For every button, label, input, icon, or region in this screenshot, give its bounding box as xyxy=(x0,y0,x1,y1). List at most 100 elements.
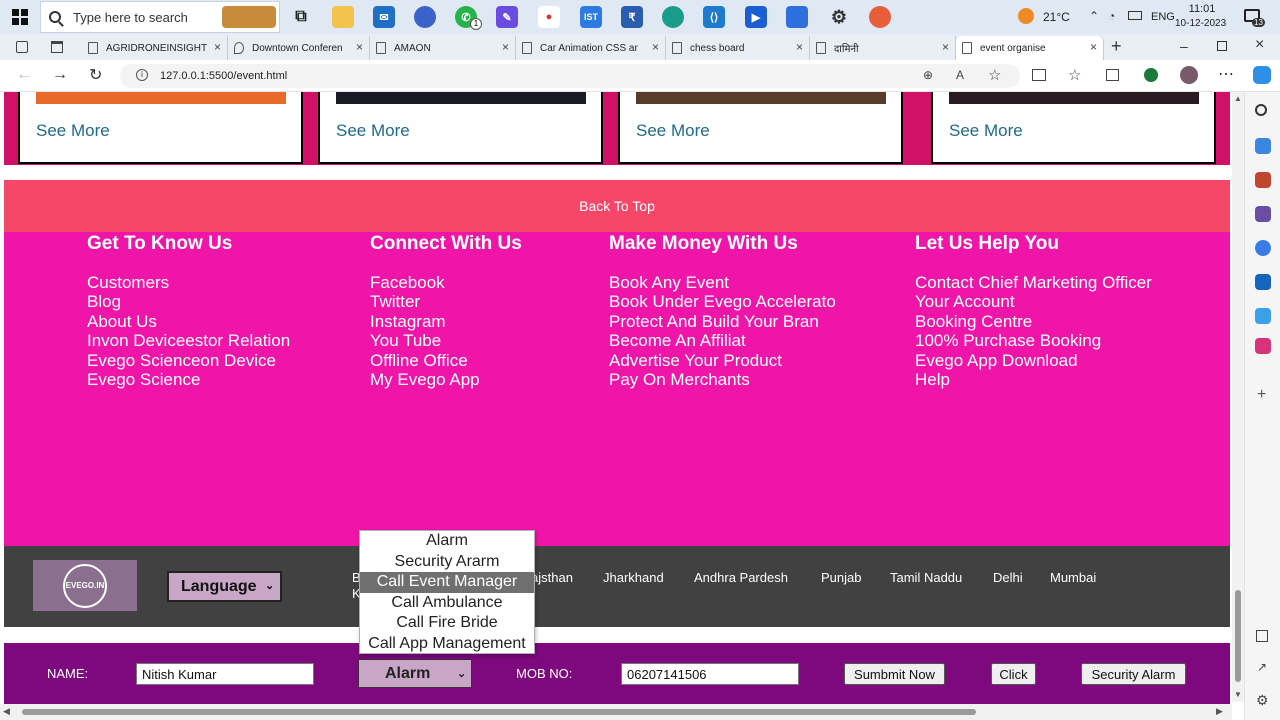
app-icon[interactable] xyxy=(414,6,436,28)
paint-app-icon[interactable] xyxy=(786,6,808,28)
close-tab-icon[interactable]: × xyxy=(652,40,659,54)
search-icon[interactable] xyxy=(1255,104,1267,116)
alarm-select[interactable]: Alarm ⌄ xyxy=(358,659,472,688)
copilot-icon[interactable] xyxy=(1253,66,1271,84)
shopping-tag-icon[interactable] xyxy=(1255,138,1271,154)
footer-link[interactable]: Book Any Event xyxy=(609,273,836,292)
sidebar-settings-icon[interactable]: ⚙ xyxy=(1256,692,1269,709)
footer-link[interactable]: Customers xyxy=(87,273,290,292)
scroll-down-icon[interactable]: ▼ xyxy=(1234,690,1242,699)
footer-link[interactable]: Protect And Build Your Bran xyxy=(609,312,836,331)
tab-amaon[interactable]: AMAON × xyxy=(370,36,516,60)
tab-agridroneinsight[interactable]: AGRIDRONEINSIGHT × xyxy=(82,36,228,60)
footer-link[interactable]: Become An Affiliat xyxy=(609,331,836,350)
extension-icon[interactable] xyxy=(1144,68,1158,82)
footer-link[interactable]: Contact Chief Marketing Officer xyxy=(915,273,1152,292)
file-explorer-icon[interactable] xyxy=(332,6,354,28)
mobile-field[interactable]: 06207141506 xyxy=(621,663,799,685)
dropdown-option[interactable]: Security Ararm xyxy=(360,552,534,573)
scroll-left-icon[interactable]: ◀ xyxy=(3,706,10,717)
footer-link[interactable]: Help xyxy=(915,370,1152,389)
footer-link[interactable]: Evego Science xyxy=(87,370,290,389)
task-view-icon[interactable]: ⧉ xyxy=(290,6,312,28)
read-aloud-icon[interactable]: A xyxy=(956,68,964,82)
minimize-icon[interactable]: – xyxy=(1180,38,1188,54)
dropdown-option[interactable]: Alarm xyxy=(360,531,534,552)
state-link[interactable]: Tamil Naddu xyxy=(890,570,962,585)
see-more-link[interactable]: See More xyxy=(636,121,710,141)
vpn-icon[interactable]: ✎ xyxy=(496,6,518,28)
footer-link[interactable]: Booking Centre xyxy=(915,312,1152,331)
close-tab-icon[interactable]: × xyxy=(1090,40,1097,54)
state-link[interactable]: Punjab xyxy=(821,570,861,585)
battery-icon[interactable] xyxy=(1128,11,1142,20)
horizontal-scrollbar[interactable]: ◀ ▶ xyxy=(0,704,1232,720)
network-icon[interactable]: ◔ xyxy=(1108,9,1115,23)
instagram-icon[interactable] xyxy=(1255,338,1271,354)
media-player-icon[interactable]: ▶ xyxy=(745,6,767,28)
close-tab-icon[interactable]: × xyxy=(502,40,509,54)
weather-icon[interactable] xyxy=(1018,8,1034,24)
see-more-link[interactable]: See More xyxy=(336,121,410,141)
tab-actions-icon[interactable] xyxy=(51,41,63,53)
settings-gear-icon[interactable]: ⚙ xyxy=(828,6,850,28)
currency-app-icon[interactable]: ₹ xyxy=(621,6,643,28)
scroll-up-icon[interactable]: ▲ xyxy=(1234,94,1242,103)
see-more-link[interactable]: See More xyxy=(949,121,1023,141)
dropdown-option[interactable]: Call Fire Bride xyxy=(360,613,534,634)
edge-browser-icon[interactable] xyxy=(662,6,684,28)
close-window-icon[interactable]: × xyxy=(1255,36,1264,54)
forward-arrow-icon[interactable]: → xyxy=(52,66,68,84)
tab-chess-board[interactable]: chess board × xyxy=(666,36,810,60)
footer-link[interactable]: 100% Purchase Booking xyxy=(915,331,1152,350)
open-external-icon[interactable]: ↗ xyxy=(1257,660,1267,674)
refresh-icon[interactable]: ↻ xyxy=(89,65,102,85)
info-icon[interactable]: i xyxy=(136,69,148,81)
footer-link[interactable]: Facebook xyxy=(370,273,522,292)
back-arrow-icon[interactable]: ← xyxy=(16,66,32,84)
submit-button[interactable]: Sumbmit Now xyxy=(844,663,945,685)
tab-car-animation[interactable]: Car Animation CSS ar × xyxy=(516,36,666,60)
footer-link[interactable]: Evego Scienceon Device xyxy=(87,351,290,370)
state-link[interactable]: Mumbai xyxy=(1050,570,1096,585)
footer-link[interactable]: About Us xyxy=(87,312,290,331)
close-tab-icon[interactable]: × xyxy=(942,40,949,54)
favorites-icon[interactable]: ☆ xyxy=(1068,66,1081,84)
workspaces-icon[interactable] xyxy=(16,41,28,53)
site-logo[interactable]: EVEGO.IN xyxy=(33,560,137,611)
collections-icon[interactable] xyxy=(1106,69,1119,81)
tab-downtown-conference[interactable]: Downtown Conferen × xyxy=(228,36,370,60)
close-tab-icon[interactable]: × xyxy=(356,40,363,54)
language-indicator[interactable]: ENG xyxy=(1151,11,1175,23)
vertical-scroll-thumb[interactable] xyxy=(1235,590,1241,682)
security-alarm-button[interactable]: Security Alarm xyxy=(1081,663,1186,685)
footer-link[interactable]: Invon Deviceestor Relation xyxy=(87,331,290,350)
footer-link[interactable]: Offline Office xyxy=(370,351,522,370)
clock-date[interactable]: 10-12-2023 xyxy=(1175,18,1226,29)
language-select[interactable]: Language ⌄ xyxy=(167,571,282,602)
avatar[interactable] xyxy=(1180,66,1198,84)
footer-link[interactable]: You Tube xyxy=(370,331,522,350)
news-widget-icon[interactable] xyxy=(222,6,276,28)
close-tab-icon[interactable]: × xyxy=(214,40,221,54)
name-field[interactable]: Nitish Kumar xyxy=(136,663,314,685)
footer-link[interactable]: Advertise Your Product xyxy=(609,351,836,370)
tools-briefcase-icon[interactable] xyxy=(1255,172,1271,188)
footer-link[interactable]: Instagram xyxy=(370,312,522,331)
weather-temp[interactable]: 21°C xyxy=(1043,10,1070,24)
back-to-top-button[interactable]: Back To Top xyxy=(4,180,1230,232)
windows-start-icon[interactable] xyxy=(12,9,28,25)
clock-time[interactable]: 11:01 xyxy=(1182,3,1222,15)
tab-event-organise[interactable]: event organise × xyxy=(956,36,1104,60)
see-more-link[interactable]: See More xyxy=(36,121,110,141)
footer-link[interactable]: Evego App Download xyxy=(915,351,1152,370)
add-sidebar-app-icon[interactable]: + xyxy=(1257,386,1266,404)
favorite-star-icon[interactable]: ☆ xyxy=(988,66,1001,84)
microsoft365-icon[interactable] xyxy=(1255,240,1271,256)
zoom-icon[interactable]: ⊕ xyxy=(923,68,933,82)
vertical-scrollbar[interactable]: ▲ ▼ xyxy=(1232,92,1244,702)
state-link[interactable]: ajsthan xyxy=(531,570,573,585)
ist-app-icon[interactable]: IST xyxy=(580,6,602,28)
state-link[interactable]: Jharkhand xyxy=(603,570,664,585)
dropdown-option[interactable]: Call Ambulance xyxy=(360,593,534,614)
